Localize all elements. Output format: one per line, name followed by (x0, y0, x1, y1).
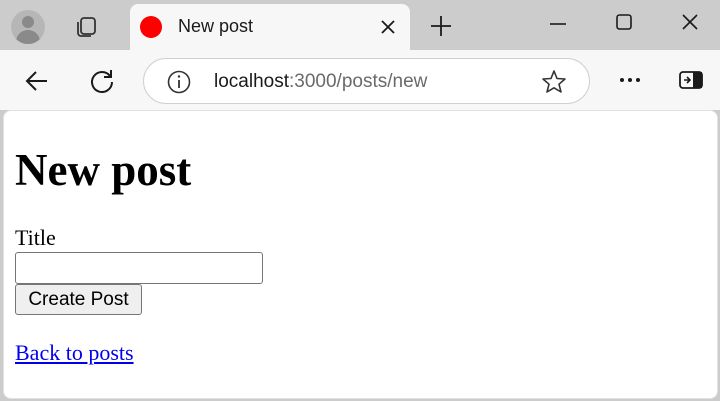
avatar-head (22, 16, 34, 28)
more-icon[interactable] (616, 70, 644, 90)
page-title: New post (15, 145, 192, 195)
tab-actions-icon[interactable] (72, 12, 102, 42)
avatar-body (16, 30, 40, 44)
info-icon[interactable] (166, 69, 192, 95)
close-icon[interactable] (378, 17, 398, 37)
back-to-posts-link[interactable]: Back to posts (15, 340, 134, 366)
favicon-icon (140, 16, 162, 38)
reload-icon[interactable] (88, 67, 116, 95)
url-host: localhost (214, 71, 289, 92)
tab-title: New post (178, 16, 254, 36)
create-post-button[interactable]: Create Post (15, 284, 142, 315)
page-viewport: New post Title Create Post Back to posts (3, 110, 718, 399)
minimize-icon[interactable] (546, 12, 570, 36)
star-icon[interactable] (540, 68, 568, 96)
address-bar[interactable]: localhost:3000/posts/new (143, 58, 590, 104)
url-path: :3000/posts/new (289, 71, 428, 92)
close-icon[interactable] (678, 10, 702, 34)
sidebar-icon[interactable] (678, 68, 704, 92)
maximize-icon[interactable] (612, 10, 636, 34)
title-label: Title (15, 225, 56, 250)
url-text[interactable]: localhost:3000/posts/new (214, 71, 427, 93)
tab-strip: New post (0, 0, 720, 50)
title-input[interactable] (15, 252, 263, 284)
browser-toolbar: localhost:3000/posts/new (0, 50, 720, 110)
back-arrow-icon[interactable] (23, 67, 51, 95)
profile-avatar-icon[interactable] (11, 10, 45, 44)
plus-icon[interactable] (428, 13, 454, 39)
active-tab[interactable]: New post (130, 4, 410, 50)
